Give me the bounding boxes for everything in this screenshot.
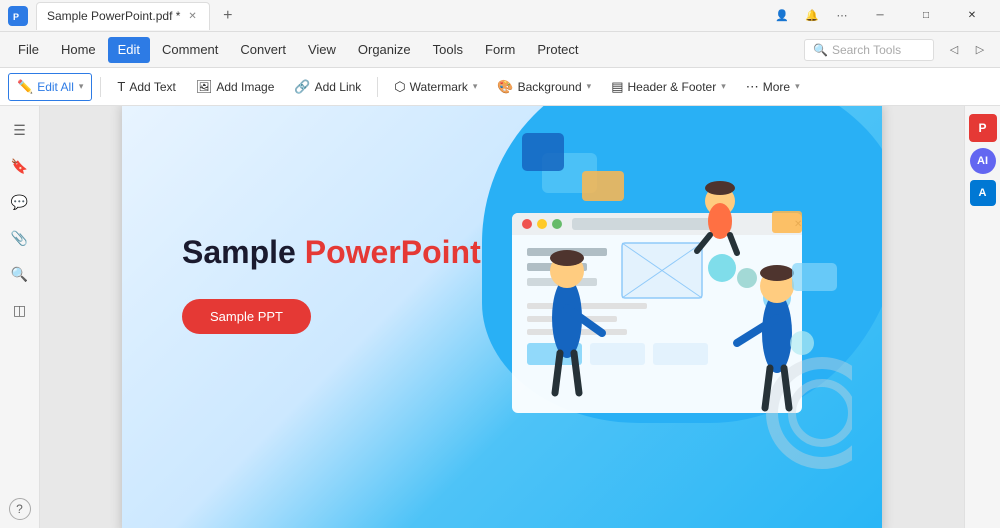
notifications-button[interactable]: 🔔 — [800, 4, 824, 28]
edit-all-chevron: ▾ — [79, 81, 84, 92]
edit-all-label: Edit All — [37, 80, 74, 94]
new-tab-button[interactable]: + — [218, 6, 238, 26]
watermark-chevron: ▾ — [473, 81, 478, 92]
slide-illustration: ✕ — [482, 123, 852, 513]
ms-tool-icon[interactable]: A — [970, 180, 996, 206]
maximize-button[interactable]: □ — [906, 2, 946, 30]
slide-text-section: Sample PowerPoint Sample PPT — [182, 233, 481, 334]
add-link-button[interactable]: 🔗 Add Link — [286, 73, 369, 101]
add-image-button[interactable]: 🖼 Add Image — [188, 73, 283, 101]
toolbar-divider-2 — [377, 77, 378, 97]
header-footer-button[interactable]: ▤ Header & Footer ▾ — [603, 73, 734, 101]
help-icon[interactable]: ? — [9, 498, 31, 520]
search-icon: 🔍 — [813, 43, 828, 57]
bookmark-icon[interactable]: 🔖 — [4, 150, 36, 182]
titlebar: P Sample PowerPoint.pdf * ✕ + 👤 🔔 ⋯ ─ □ … — [0, 0, 1000, 32]
more-button[interactable]: ⋯ More ▾ — [738, 73, 808, 101]
slide-cta-button[interactable]: Sample PPT — [182, 299, 311, 334]
close-button[interactable]: ✕ — [952, 2, 992, 30]
pdf-tool-icon[interactable]: P — [969, 114, 997, 142]
watermark-icon: ⬡ — [394, 79, 405, 95]
attachment-icon[interactable]: 📎 — [4, 222, 36, 254]
tab-close-button[interactable]: ✕ — [186, 9, 198, 24]
more-chevron: ▾ — [795, 81, 800, 92]
right-sidebar: P AI A — [964, 106, 1000, 528]
background-button[interactable]: 🎨 Background ▾ — [489, 73, 599, 101]
search-tools-input[interactable]: 🔍 Search Tools — [804, 39, 934, 61]
back-nav-button[interactable]: ◁ — [942, 38, 966, 62]
menu-view[interactable]: View — [298, 37, 346, 63]
avatar-button[interactable]: 👤 — [770, 4, 794, 28]
menu-organize[interactable]: Organize — [348, 37, 421, 63]
slide-title-red: PowerPoint — [305, 234, 481, 270]
document-area: ✕ — [40, 106, 964, 528]
header-footer-icon: ▤ — [611, 79, 623, 95]
menu-comment[interactable]: Comment — [152, 37, 228, 63]
menu-edit[interactable]: Edit — [108, 37, 150, 63]
left-sidebar: ☰ 🔖 💬 📎 🔍 ◫ ? — [0, 106, 40, 528]
search-tools-label: Search Tools — [832, 43, 901, 57]
tab-title: Sample PowerPoint.pdf * — [47, 9, 180, 23]
more-icon: ⋯ — [746, 79, 759, 95]
watermark-button[interactable]: ⬡ Watermark ▾ — [386, 73, 485, 101]
edit-icon: ✏️ — [17, 79, 33, 95]
header-footer-chevron: ▾ — [721, 81, 726, 92]
slide-title: Sample PowerPoint — [182, 233, 481, 271]
background-icon: 🎨 — [497, 79, 513, 95]
search-icon[interactable]: 🔍 — [4, 258, 36, 290]
window-controls: 👤 🔔 ⋯ ─ □ ✕ — [770, 2, 992, 30]
menu-home[interactable]: Home — [51, 37, 106, 63]
minimize-button[interactable]: ─ — [860, 2, 900, 30]
add-image-icon: 🖼 — [196, 79, 213, 95]
add-link-icon: 🔗 — [294, 79, 310, 95]
menu-tools[interactable]: Tools — [423, 37, 473, 63]
svg-text:P: P — [13, 12, 19, 22]
slide-title-black: Sample — [182, 234, 296, 270]
edit-all-button[interactable]: ✏️ Edit All ▾ — [8, 73, 92, 101]
menubar: File Home Edit Comment Convert View Orga… — [0, 32, 1000, 68]
menu-protect[interactable]: Protect — [527, 37, 588, 63]
toolbar: ✏️ Edit All ▾ T Add Text 🖼 Add Image 🔗 A… — [0, 68, 1000, 106]
more-options-button[interactable]: ⋯ — [830, 4, 854, 28]
active-tab[interactable]: Sample PowerPoint.pdf * ✕ — [36, 2, 210, 30]
add-text-icon: T — [117, 79, 125, 94]
background-chevron: ▾ — [587, 81, 592, 92]
menu-convert[interactable]: Convert — [230, 37, 296, 63]
app-icon: P — [8, 6, 28, 26]
main-area: ☰ 🔖 💬 📎 🔍 ◫ ? — [0, 106, 1000, 528]
toolbar-divider-1 — [100, 77, 101, 97]
layers-icon[interactable]: ◫ — [4, 294, 36, 326]
pages-icon[interactable]: ☰ — [4, 114, 36, 146]
comment-icon[interactable]: 💬 — [4, 186, 36, 218]
ai-tool-icon[interactable]: AI — [970, 148, 996, 174]
slide[interactable]: ✕ — [122, 106, 882, 528]
forward-nav-button[interactable]: ▷ — [968, 38, 992, 62]
menu-form[interactable]: Form — [475, 37, 525, 63]
menu-file[interactable]: File — [8, 37, 49, 63]
add-text-button[interactable]: T Add Text — [109, 73, 183, 101]
